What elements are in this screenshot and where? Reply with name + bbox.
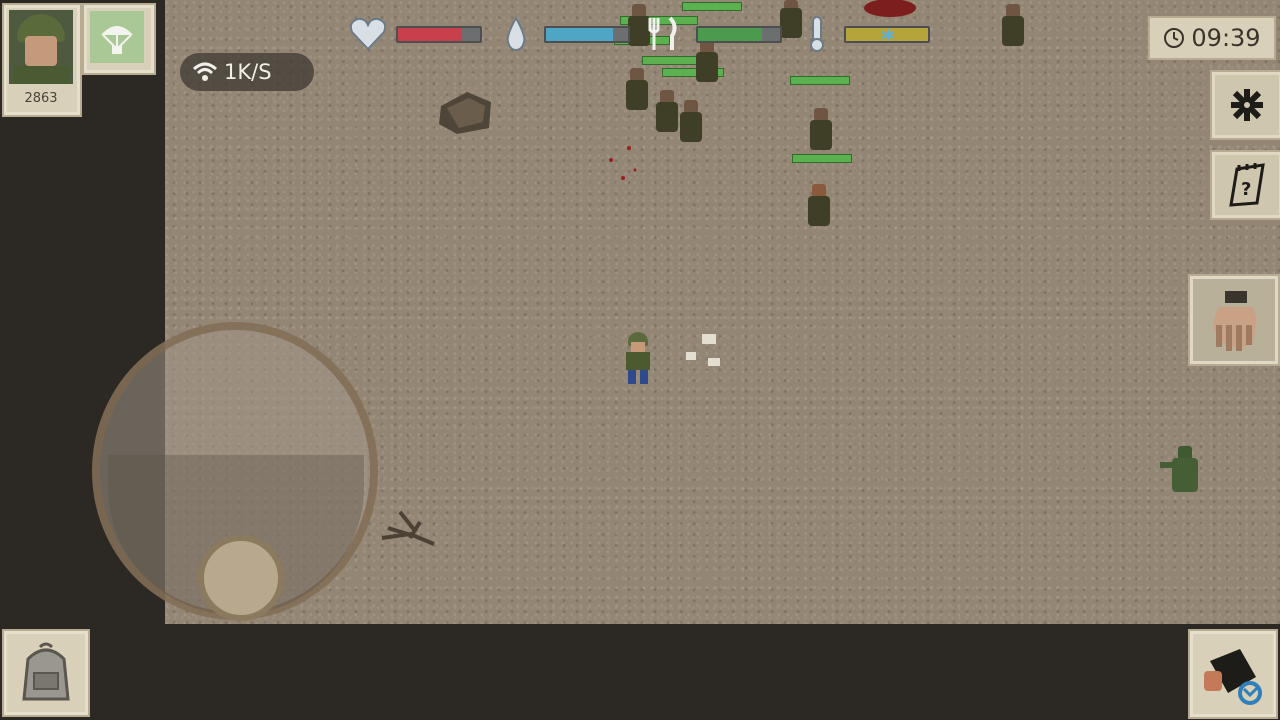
settings-button[interactable] xyxy=(1210,70,1280,140)
hunger-stat xyxy=(648,16,782,52)
thermometer-icon xyxy=(810,16,824,52)
player-character xyxy=(622,332,656,386)
parachute-icon xyxy=(101,26,133,54)
svg-text:?: ? xyxy=(1241,179,1251,200)
temperature-stat xyxy=(804,16,930,52)
scattered-items[interactable] xyxy=(680,330,730,372)
zombie-health-bar xyxy=(682,2,742,11)
interact-button[interactable] xyxy=(1188,274,1280,366)
gear-icon xyxy=(1231,89,1263,121)
zombie-health-bar xyxy=(792,154,852,163)
player-avatar-card[interactable]: 2863 xyxy=(2,3,82,117)
notebook-icon: ? xyxy=(1229,163,1265,207)
weapon-swap-icon xyxy=(1204,649,1262,705)
health-bar xyxy=(396,25,482,43)
clock-icon xyxy=(1164,28,1185,48)
fork-knife-icon xyxy=(648,16,677,50)
health-stat xyxy=(348,16,482,52)
heart-icon xyxy=(349,17,387,51)
snowflake-icon xyxy=(881,28,895,40)
temperature-bar xyxy=(844,25,930,43)
inventory-button[interactable] xyxy=(2,629,90,717)
hunger-bar xyxy=(696,25,782,43)
thirst-stat xyxy=(504,16,630,52)
clock-time: 09:39 xyxy=(1191,24,1261,52)
backpack-icon xyxy=(22,642,70,701)
hand-icon xyxy=(1213,291,1257,351)
zombie xyxy=(994,0,1034,54)
weapon-swap-button[interactable] xyxy=(1188,629,1278,719)
soldier-avatar-icon xyxy=(9,10,73,84)
zombie-crawling xyxy=(1158,444,1214,500)
wifi-icon xyxy=(192,62,218,81)
network-indicator: 1K/S xyxy=(180,53,314,91)
zombie-health-bar xyxy=(642,56,700,65)
quest-log-button[interactable]: ? xyxy=(1210,150,1280,220)
network-speed: 1K/S xyxy=(224,60,272,84)
dead-branches xyxy=(381,510,435,546)
debris-rock xyxy=(439,92,491,134)
game-clock: 09:39 xyxy=(1148,16,1276,60)
bottom-hud-bar xyxy=(0,624,1280,720)
thirst-bar xyxy=(544,25,630,43)
zombie-health-bar xyxy=(790,76,850,85)
airdrop-button[interactable] xyxy=(82,3,156,75)
water-drop-icon xyxy=(506,16,526,52)
joystick-knob[interactable] xyxy=(198,535,284,621)
zombie-group-right xyxy=(790,76,860,246)
player-score: 2863 xyxy=(24,91,58,106)
